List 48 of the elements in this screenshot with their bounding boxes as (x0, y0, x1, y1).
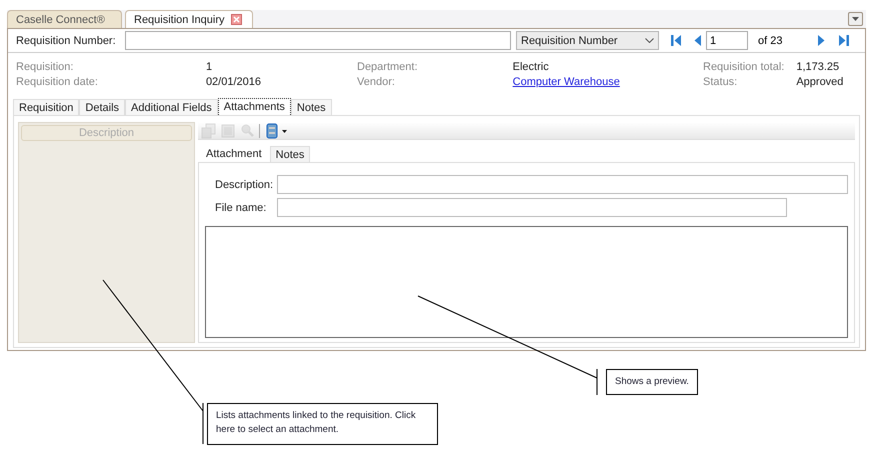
document-icon (265, 122, 287, 138)
first-button[interactable] (671, 35, 681, 46)
chevron-icon (645, 38, 654, 43)
input-field[interactable] (277, 175, 848, 194)
field-label: File name: (215, 202, 268, 214)
field-value: 1,173.25 (796, 61, 840, 73)
next-button[interactable] (816, 35, 826, 46)
field-label: Requisition Number: (16, 34, 117, 46)
tab[interactable]: Additional Fields (125, 99, 218, 115)
tab[interactable]: Details (79, 99, 126, 115)
callout: Lists attachments linked to the requisition. Click here to select an attachment. (207, 403, 438, 445)
previous-button[interactable] (693, 35, 703, 46)
close-icon[interactable] (230, 14, 242, 25)
copy-icon (201, 122, 216, 138)
previous-icon (693, 35, 703, 46)
field-label: Status: (703, 76, 738, 88)
vendor-link[interactable]: Computer Warehouse (512, 76, 703, 88)
page-field[interactable]: 1 (706, 31, 748, 50)
app-tab[interactable]: Requisition Inquiry (125, 10, 253, 28)
field-label: Requisition date: (16, 76, 99, 88)
menu-button[interactable] (848, 12, 863, 26)
document-button[interactable] (265, 122, 287, 138)
field-value: Approved (796, 76, 844, 88)
app-tab[interactable]: Caselle Connect® (7, 10, 122, 28)
tab[interactable]: Attachments (218, 98, 291, 115)
search-by-dropdown[interactable]: Requisition Number (516, 31, 659, 50)
last-icon (839, 35, 849, 46)
page-count: of 23 (758, 34, 784, 46)
field-value: 1 (206, 61, 214, 73)
square-icon (221, 122, 235, 138)
next-icon (816, 35, 826, 46)
last-button[interactable] (839, 35, 849, 46)
field-value: 02/01/2016 (206, 76, 262, 88)
tab[interactable]: Notes (270, 146, 310, 162)
field-label: Requisition: (16, 61, 74, 73)
magnifier-icon (240, 122, 254, 138)
field-label: Description: (215, 178, 274, 190)
tab[interactable]: Requisition (13, 99, 80, 115)
field-label: Requisition total: (703, 61, 784, 73)
search-field[interactable] (125, 31, 511, 50)
field-value: Electric (512, 61, 550, 73)
field-label: Vendor: (357, 76, 396, 88)
field-label: Department: (357, 61, 419, 73)
input-field[interactable] (277, 198, 787, 217)
callout: Shows a preview. (606, 369, 698, 395)
first-icon (671, 35, 681, 46)
tab[interactable]: Notes (290, 99, 332, 115)
caret-icon (852, 17, 859, 21)
